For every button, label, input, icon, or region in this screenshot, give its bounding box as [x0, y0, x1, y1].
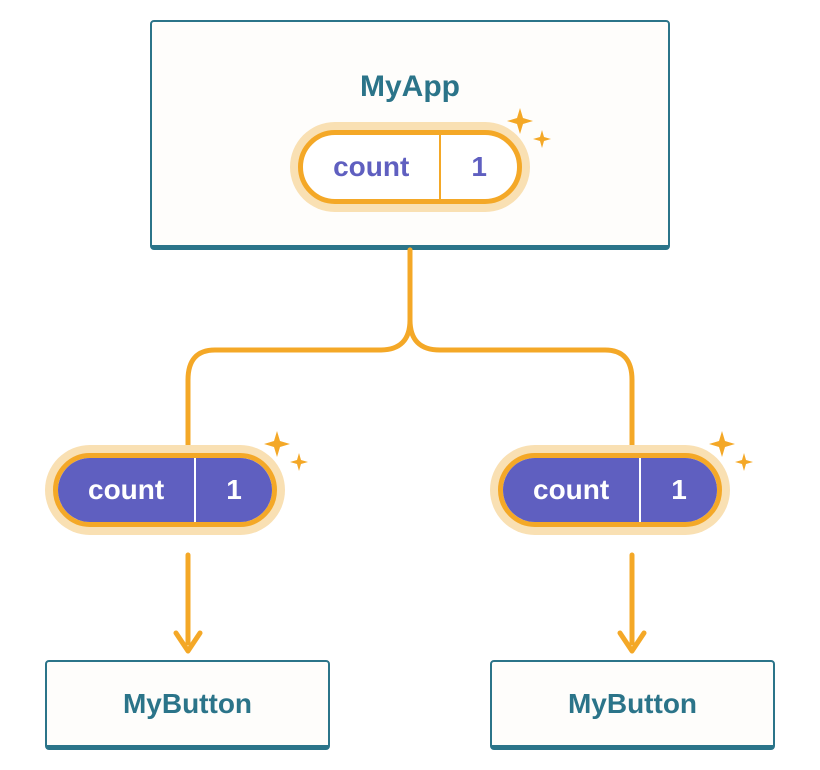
child-component-name: MyButton — [568, 688, 697, 720]
child-component-box-right: MyButton — [490, 660, 775, 750]
diagram-canvas: MyApp count 1 count 1 — [0, 0, 820, 770]
parent-component-box: MyApp count 1 — [150, 20, 670, 250]
state-label: count — [303, 135, 439, 199]
child-prop-pill-inner: count 1 — [498, 453, 722, 527]
child-prop-pill-outer: count 1 — [490, 445, 730, 535]
prop-value: 1 — [639, 458, 717, 522]
connector-arrow-left — [170, 555, 210, 665]
prop-label: count — [503, 458, 639, 522]
prop-label: count — [58, 458, 194, 522]
child-component-name: MyButton — [123, 688, 252, 720]
prop-value: 1 — [194, 458, 272, 522]
connector-arrow-right — [614, 555, 654, 665]
child-prop-pill-outer: count 1 — [45, 445, 285, 535]
child-component-box-left: MyButton — [45, 660, 330, 750]
connector-fork — [0, 250, 820, 460]
child-prop-pill-left: count 1 — [45, 445, 285, 535]
child-prop-pill-right: count 1 — [490, 445, 730, 535]
parent-state-pill-inner: count 1 — [298, 130, 522, 204]
state-value: 1 — [439, 135, 517, 199]
parent-component-title: MyApp — [360, 70, 460, 104]
parent-state-pill: count 1 — [290, 122, 530, 212]
child-prop-pill-inner: count 1 — [53, 453, 277, 527]
